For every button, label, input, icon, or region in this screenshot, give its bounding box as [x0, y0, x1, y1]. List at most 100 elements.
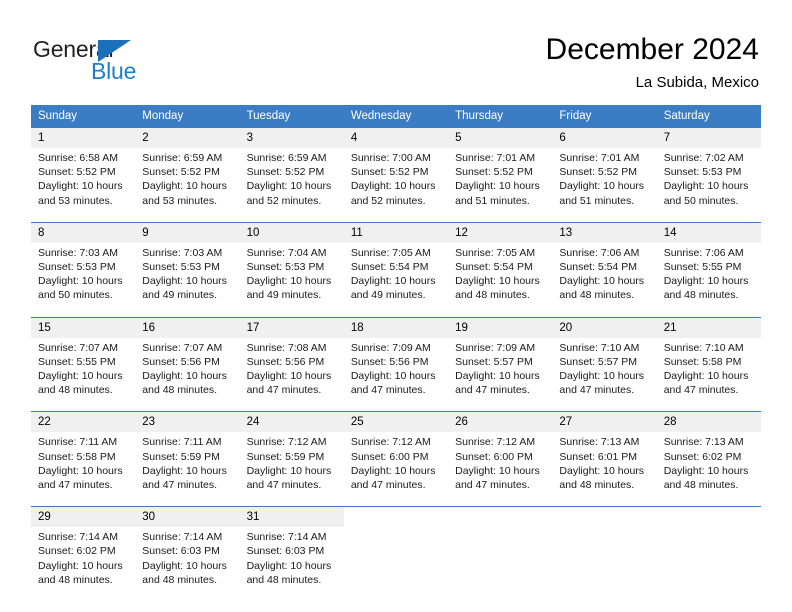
sunrise-text: Sunrise: 7:00 AM: [350, 152, 431, 164]
day-info: Sunrise: 7:09 AM Sunset: 5:57 PM Dayligh…: [448, 338, 552, 398]
general-blue-logo[interactable]: General Blue: [33, 36, 213, 88]
calendar-page: General Blue December 2024 La Subida, Me…: [0, 0, 792, 612]
day-number: 20: [552, 317, 657, 338]
daylight-text-line2: and 48 minutes.: [559, 289, 635, 302]
day-cell[interactable]: 4 Sunrise: 7:00 AM Sunset: 5:52 PM Dayli…: [343, 128, 449, 222]
page-header: General Blue December 2024 La Subida, Me…: [0, 0, 792, 100]
day-number: 29: [31, 507, 136, 528]
sunset-text: Sunset: 5:52 PM: [350, 166, 429, 179]
day-cell[interactable]: 5 Sunrise: 7:01 AM Sunset: 5:52 PM Dayli…: [448, 128, 553, 222]
day-info: Sunrise: 7:03 AM Sunset: 5:53 PM Dayligh…: [31, 243, 135, 303]
sunrise-text: Sunrise: 6:58 AM: [38, 152, 118, 164]
day-cell[interactable]: 14 Sunrise: 7:06 AM Sunset: 5:55 PM Dayl…: [656, 222, 761, 317]
day-cell[interactable]: 26 Sunrise: 7:12 AM Sunset: 6:00 PM Dayl…: [448, 412, 553, 507]
sunrise-text: Sunrise: 7:10 AM: [559, 341, 640, 354]
sunrise-text: Sunrise: 7:09 AM: [350, 341, 431, 354]
daylight-text-line2: and 47 minutes.: [350, 384, 426, 397]
day-cell[interactable]: 6 Sunrise: 7:01 AM Sunset: 5:52 PM Dayli…: [552, 128, 657, 222]
day-info: Sunrise: 7:08 AM Sunset: 5:56 PM Dayligh…: [240, 338, 344, 398]
day-info: Sunrise: 7:11 AM Sunset: 5:59 PM Dayligh…: [135, 432, 239, 492]
day-cell-empty: [656, 507, 761, 602]
sunrise-text: Sunrise: 7:11 AM: [142, 436, 222, 449]
day-cell[interactable]: 12 Sunrise: 7:05 AM Sunset: 5:54 PM Dayl…: [448, 222, 553, 317]
daylight-text-line1: Daylight: 10 hours: [142, 464, 227, 477]
day-number: 13: [552, 222, 657, 243]
sunset-text: Sunset: 6:02 PM: [38, 545, 116, 558]
day-cell[interactable]: 23 Sunrise: 7:11 AM Sunset: 5:59 PM Dayl…: [135, 412, 240, 507]
day-cell[interactable]: 24 Sunrise: 7:12 AM Sunset: 5:59 PM Dayl…: [239, 412, 344, 507]
day-number: [343, 507, 449, 528]
daylight-text-line1: Daylight: 10 hours: [559, 464, 645, 477]
day-info: Sunrise: 6:59 AM Sunset: 5:52 PM Dayligh…: [240, 148, 344, 208]
day-info: Sunrise: 7:12 AM Sunset: 5:59 PM Dayligh…: [240, 432, 344, 492]
daylight-text-line2: and 47 minutes.: [38, 479, 113, 492]
day-cell[interactable]: 18 Sunrise: 7:09 AM Sunset: 5:56 PM Dayl…: [343, 317, 449, 412]
sunset-text: Sunset: 5:52 PM: [455, 166, 533, 179]
sunset-text: Sunset: 6:02 PM: [663, 450, 742, 463]
day-cell[interactable]: 8 Sunrise: 7:03 AM Sunset: 5:53 PM Dayli…: [31, 222, 136, 317]
day-cell-empty: [343, 507, 449, 602]
day-info: Sunrise: 7:01 AM Sunset: 5:52 PM Dayligh…: [448, 148, 552, 208]
day-info: Sunrise: 7:12 AM Sunset: 6:00 PM Dayligh…: [344, 432, 448, 492]
day-cell[interactable]: 9 Sunrise: 7:03 AM Sunset: 5:53 PM Dayli…: [135, 222, 240, 317]
daylight-text-line2: and 50 minutes.: [38, 289, 113, 302]
day-cell[interactable]: 3 Sunrise: 6:59 AM Sunset: 5:52 PM Dayli…: [239, 128, 344, 222]
sunrise-text: Sunrise: 7:11 AM: [38, 436, 118, 449]
daylight-text-line2: and 53 minutes.: [38, 194, 113, 207]
day-cell[interactable]: 28 Sunrise: 7:13 AM Sunset: 6:02 PM Dayl…: [656, 412, 761, 507]
week-row: 8 Sunrise: 7:03 AM Sunset: 5:53 PM Dayli…: [31, 221, 761, 317]
day-cell[interactable]: 30 Sunrise: 7:14 AM Sunset: 6:03 PM Dayl…: [135, 507, 240, 602]
daylight-text-line1: Daylight: 10 hours: [38, 180, 123, 193]
day-number: 15: [31, 317, 136, 338]
day-cell[interactable]: 11 Sunrise: 7:05 AM Sunset: 5:54 PM Dayl…: [343, 222, 449, 317]
daylight-text-line1: Daylight: 10 hours: [38, 559, 123, 572]
day-cell[interactable]: 19 Sunrise: 7:09 AM Sunset: 5:57 PM Dayl…: [448, 317, 553, 412]
sunrise-text: Sunrise: 7:06 AM: [663, 246, 744, 259]
daylight-text-line2: and 48 minutes.: [142, 573, 217, 586]
day-cell[interactable]: 2 Sunrise: 6:59 AM Sunset: 5:52 PM Dayli…: [135, 128, 240, 222]
day-info: [657, 527, 761, 530]
day-cell[interactable]: 15 Sunrise: 7:07 AM Sunset: 5:55 PM Dayl…: [31, 317, 136, 412]
day-cell[interactable]: 31 Sunrise: 7:14 AM Sunset: 6:03 PM Dayl…: [239, 507, 344, 602]
day-cell[interactable]: 7 Sunrise: 7:02 AM Sunset: 5:53 PM Dayli…: [656, 128, 761, 222]
daylight-text-line1: Daylight: 10 hours: [350, 180, 436, 193]
day-number: 28: [656, 412, 761, 433]
daylight-text-line1: Daylight: 10 hours: [455, 464, 540, 477]
day-number: 27: [552, 412, 657, 433]
day-number: 5: [448, 128, 553, 148]
sunset-text: Sunset: 5:54 PM: [559, 261, 638, 274]
daylight-text-line2: and 52 minutes.: [246, 194, 322, 207]
sunrise-text: Sunrise: 7:03 AM: [38, 246, 118, 259]
sunrise-text: Sunrise: 7:12 AM: [246, 436, 327, 449]
day-cell[interactable]: 16 Sunrise: 7:07 AM Sunset: 5:56 PM Dayl…: [135, 317, 240, 412]
day-info: Sunrise: 6:58 AM Sunset: 5:52 PM Dayligh…: [31, 148, 135, 208]
daylight-text-line2: and 47 minutes.: [559, 384, 635, 397]
sunrise-text: Sunrise: 7:12 AM: [455, 436, 536, 449]
day-cell[interactable]: 27 Sunrise: 7:13 AM Sunset: 6:01 PM Dayl…: [552, 412, 657, 507]
day-cell[interactable]: 21 Sunrise: 7:10 AM Sunset: 5:58 PM Dayl…: [656, 317, 761, 412]
day-number: 8: [31, 222, 136, 243]
sunrise-text: Sunrise: 7:05 AM: [350, 246, 431, 259]
day-cell[interactable]: 1 Sunrise: 6:58 AM Sunset: 5:52 PM Dayli…: [31, 128, 136, 222]
sunset-text: Sunset: 5:55 PM: [663, 261, 742, 274]
sunrise-text: Sunrise: 6:59 AM: [246, 152, 327, 164]
day-cell[interactable]: 29 Sunrise: 7:14 AM Sunset: 6:02 PM Dayl…: [31, 507, 136, 602]
daylight-text-line2: and 49 minutes.: [246, 289, 322, 302]
sunrise-text: Sunrise: 7:01 AM: [559, 152, 640, 164]
day-info: Sunrise: 7:14 AM Sunset: 6:03 PM Dayligh…: [135, 527, 239, 587]
sunrise-text: Sunrise: 7:02 AM: [663, 152, 744, 164]
day-cell[interactable]: 10 Sunrise: 7:04 AM Sunset: 5:53 PM Dayl…: [239, 222, 344, 317]
day-number: 3: [239, 128, 344, 148]
daylight-text-line1: Daylight: 10 hours: [38, 275, 123, 288]
day-cell[interactable]: 25 Sunrise: 7:12 AM Sunset: 6:00 PM Dayl…: [343, 412, 449, 507]
sunset-text: Sunset: 5:57 PM: [455, 355, 533, 368]
day-number: 6: [552, 128, 657, 148]
day-cell[interactable]: 13 Sunrise: 7:06 AM Sunset: 5:54 PM Dayl…: [552, 222, 657, 317]
day-cell[interactable]: 17 Sunrise: 7:08 AM Sunset: 5:56 PM Dayl…: [239, 317, 344, 412]
day-cell[interactable]: 20 Sunrise: 7:10 AM Sunset: 5:57 PM Dayl…: [552, 317, 657, 412]
weekday-header-monday: Monday: [142, 110, 184, 122]
day-number: 10: [239, 222, 344, 243]
daylight-text-line2: and 53 minutes.: [142, 194, 217, 207]
sunrise-text: Sunrise: 7:01 AM: [455, 152, 536, 164]
day-cell[interactable]: 22 Sunrise: 7:11 AM Sunset: 5:58 PM Dayl…: [31, 412, 136, 507]
